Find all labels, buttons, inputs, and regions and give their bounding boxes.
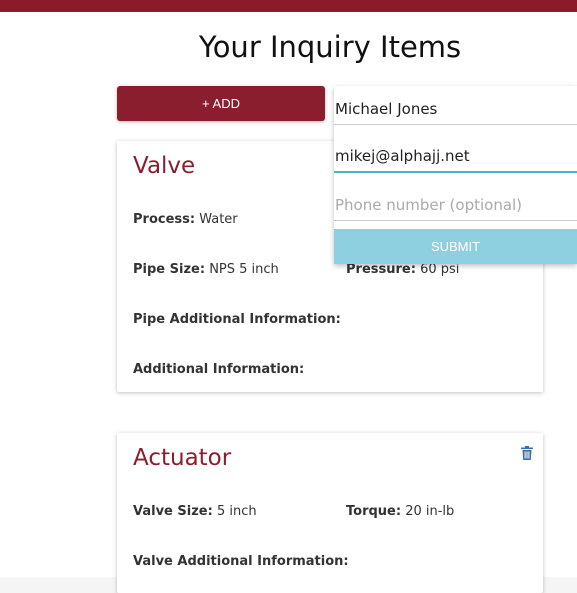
field-pipe-additional-info: Pipe Additional Information: <box>133 312 341 327</box>
field-value: 5 inch <box>216 504 257 519</box>
add-button[interactable]: + ADD <box>117 86 325 121</box>
field-pressure: Pressure: 60 psi <box>346 262 459 277</box>
item-title: Valve <box>133 153 196 179</box>
field-valve-size: Valve Size: 5 inch <box>133 504 257 519</box>
field-label: Torque: <box>346 504 402 519</box>
field-label: Process: <box>133 212 196 227</box>
submit-button[interactable]: Submit <box>334 229 577 264</box>
contact-form: Submit <box>334 86 577 264</box>
phone-field[interactable] <box>334 189 577 221</box>
trash-icon[interactable] <box>521 445 533 460</box>
field-value: Water <box>199 212 238 227</box>
field-label: Pipe Size: <box>133 262 206 277</box>
field-additional-info: Additional Information: <box>133 362 304 377</box>
field-value: 60 psi <box>420 262 460 277</box>
email-field[interactable] <box>334 141 577 173</box>
item-title: Actuator <box>133 445 232 471</box>
field-label: Additional Information: <box>133 362 305 377</box>
field-value: 20 in-lb <box>405 504 455 519</box>
inquiry-item-card: Actuator Valve Size: 5 inch Torque: 20 i… <box>117 433 543 593</box>
field-pipe-size: Pipe Size: NPS 5 inch <box>133 262 279 277</box>
field-torque: Torque: 20 in-lb <box>346 504 454 519</box>
top-bar <box>0 0 577 12</box>
field-label: Pipe Additional Information: <box>133 312 341 327</box>
field-label: Pressure: <box>346 262 416 277</box>
name-field[interactable] <box>334 93 577 125</box>
page-title: Your Inquiry Items <box>198 30 462 64</box>
field-process: Process: Water <box>133 212 238 227</box>
field-label: Valve Additional Information: <box>133 554 349 569</box>
field-valve-additional-info: Valve Additional Information: <box>133 554 349 569</box>
field-value: NPS 5 inch <box>209 262 279 277</box>
field-label: Valve Size: <box>133 504 213 519</box>
